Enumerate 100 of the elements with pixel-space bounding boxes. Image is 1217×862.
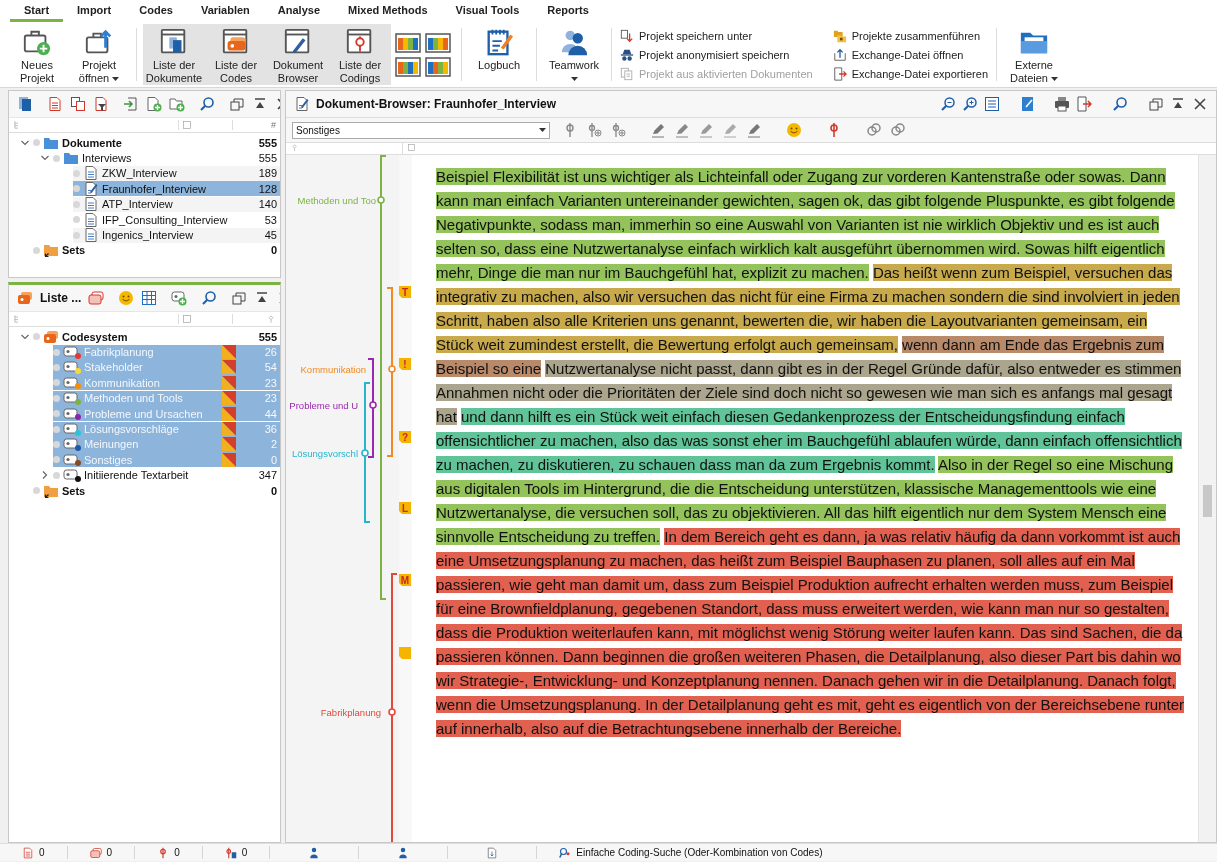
ribbon-tab[interactable]: Reports [533, 0, 603, 22]
tree-row[interactable]: Sets 0 [33, 242, 280, 258]
ribbon-button[interactable]: Liste der Codings [329, 24, 391, 85]
ribbon-tab[interactable]: Codes [125, 0, 187, 22]
smiley-icon[interactable] [786, 122, 802, 138]
user-icon[interactable] [397, 846, 410, 859]
ribbon-tab[interactable]: Variablen [186, 0, 264, 22]
activation-dot[interactable] [73, 185, 80, 193]
zoom-out-icon[interactable] [940, 96, 956, 112]
documents-copy-icon[interactable] [70, 96, 86, 112]
activation-dot[interactable] [53, 440, 60, 448]
activation-dot[interactable] [53, 379, 60, 387]
search-icon[interactable] [201, 290, 218, 306]
activation-dot[interactable] [53, 154, 60, 162]
vertical-scrollbar[interactable] [1198, 155, 1216, 842]
activation-dot[interactable] [53, 456, 60, 464]
search-icon[interactable] [199, 96, 215, 112]
restore-icon[interactable] [1148, 96, 1164, 112]
activation-dot[interactable] [73, 169, 80, 177]
zoom-in-icon[interactable] [962, 96, 978, 112]
activation-dot[interactable] [73, 200, 80, 208]
tree-row[interactable]: Fraunhofer_Interview 128 [73, 181, 280, 197]
tree-row[interactable]: Interviews 555 [53, 150, 280, 166]
tree-row[interactable]: Codesystem 555 [33, 329, 280, 345]
add-coding-icon[interactable] [586, 122, 602, 138]
chevron-icon[interactable] [40, 470, 50, 481]
layout-icon[interactable] [395, 32, 421, 53]
ribbon-tab[interactable]: Import [63, 0, 126, 22]
link-icon[interactable] [890, 122, 906, 138]
printer-icon[interactable] [1054, 96, 1070, 112]
add-coding-icon[interactable] [610, 122, 626, 138]
restore-icon[interactable] [231, 290, 248, 306]
highlighter-icon[interactable] [722, 122, 738, 138]
ribbon-tab[interactable]: Visual Tools [441, 0, 534, 22]
ribbon-button[interactable]: Logbuch [468, 24, 530, 85]
new-document-icon[interactable] [146, 96, 162, 112]
table-icon[interactable] [141, 290, 158, 306]
layout-icon[interactable] [395, 56, 421, 77]
command-button[interactable]: Exchange-Datei exportieren [830, 64, 990, 83]
ribbon-button[interactable]: Projekt öffnen [68, 24, 130, 85]
smiley-icon[interactable] [118, 290, 135, 306]
item-count: 555 [257, 136, 277, 149]
activation-dot[interactable] [53, 471, 60, 479]
coding-stripe[interactable] [388, 573, 398, 842]
command-button[interactable]: Projekt anonymisiert speichern [618, 45, 815, 64]
command-button[interactable]: Projekt speichern unter [618, 26, 815, 45]
tree-row[interactable]: Initiierende Textarbeit 347 [53, 467, 280, 483]
tree-row[interactable]: Sets 0 [33, 483, 280, 499]
code-dropdown[interactable]: Sonstiges [292, 121, 550, 139]
tag-icon [43, 328, 59, 345]
tree-row[interactable]: ATP_Interview 140 [73, 196, 280, 212]
document-list-icon[interactable] [47, 96, 63, 112]
activation-dot[interactable] [33, 333, 40, 341]
new-code-icon[interactable] [171, 290, 188, 306]
activation-dot[interactable] [53, 410, 60, 418]
activation-dot[interactable] [33, 246, 40, 254]
memo-icon[interactable] [1020, 96, 1036, 112]
activation-dot[interactable] [53, 394, 60, 402]
activation-dot[interactable] [53, 425, 60, 433]
ribbon-button[interactable]: Dokument Browser [267, 24, 329, 85]
scrollbar-thumb[interactable] [1203, 485, 1212, 517]
ribbon-tab[interactable]: Mixed Methods [334, 0, 442, 22]
tree-row[interactable]: Ingenics_Interview 45 [73, 227, 280, 243]
coding-stripe[interactable] [367, 358, 377, 458]
tree-row[interactable]: Dokumente 555 [33, 135, 280, 151]
search-icon[interactable] [1112, 96, 1128, 112]
link-icon[interactable] [866, 122, 882, 138]
highlighter-icon[interactable] [698, 122, 714, 138]
ribbon-button[interactable]: Teamwork [543, 24, 605, 85]
highlighter-icon[interactable] [674, 122, 690, 138]
ribbon-button[interactable]: Liste der Codes [205, 24, 267, 85]
layout-icon[interactable] [425, 32, 451, 53]
activation-dot[interactable] [73, 216, 80, 224]
command-button[interactable]: Exchange-Datei öffnen [830, 45, 990, 64]
activation-dot[interactable] [53, 363, 60, 371]
document-download-icon[interactable] [486, 846, 499, 859]
user-icon[interactable] [308, 846, 321, 859]
activation-dot[interactable] [33, 139, 40, 147]
tree-row[interactable]: ZKW_Interview 189 [73, 165, 280, 181]
export-icon[interactable] [1076, 96, 1092, 112]
highlighter-icon[interactable] [746, 122, 762, 138]
restore-icon[interactable] [229, 96, 245, 112]
ribbon-button[interactable]: Neues Projekt [6, 24, 68, 85]
code-tags-icon[interactable] [88, 290, 105, 306]
ribbon-tab[interactable]: Analyse [263, 0, 335, 22]
column-header[interactable]: # [232, 120, 280, 130]
activation-dot[interactable] [53, 348, 60, 356]
command-button[interactable]: Projekte zusammenführen [830, 26, 990, 45]
ribbon-button[interactable]: Externe Dateien [1003, 24, 1065, 85]
layout-icon[interactable] [425, 56, 451, 77]
activation-dot[interactable] [73, 231, 80, 239]
activation-dot[interactable] [33, 487, 40, 495]
new-folder-icon[interactable] [169, 96, 185, 112]
highlighter-icon[interactable] [650, 122, 666, 138]
search-icon[interactable] [559, 846, 572, 859]
filter-icon[interactable] [93, 96, 109, 112]
import-icon[interactable] [123, 96, 139, 112]
ribbon-button[interactable]: Liste der Dokumente [143, 24, 205, 85]
tree-row[interactable]: IFP_Consulting_Interview 53 [73, 212, 280, 228]
zoom-reset-icon[interactable] [984, 96, 1000, 112]
